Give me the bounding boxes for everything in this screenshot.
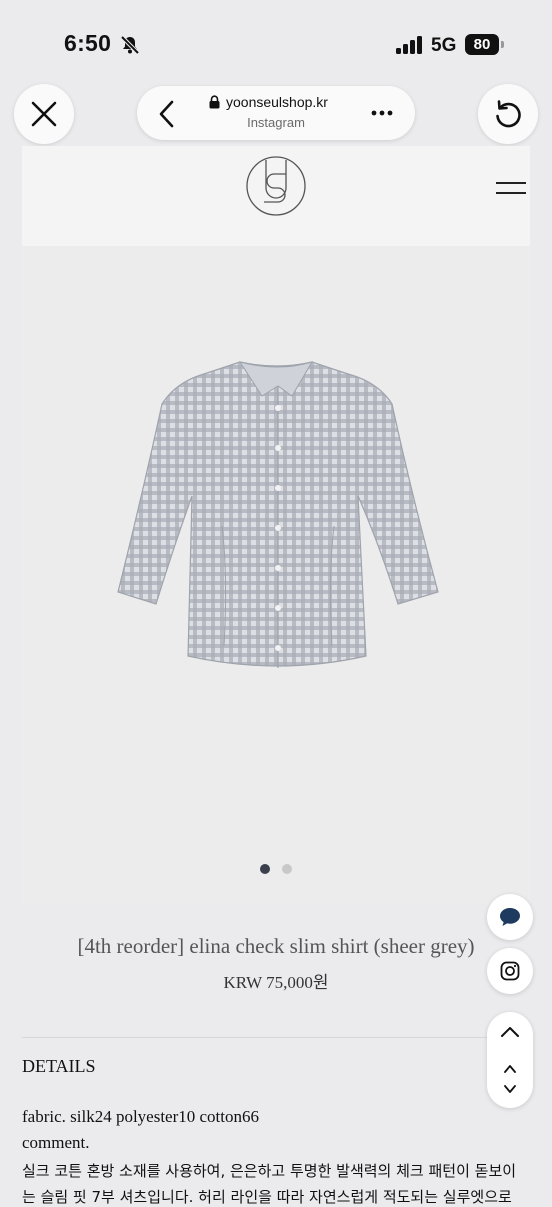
- chevron-up-icon[interactable]: [503, 1064, 517, 1074]
- instagram-icon: [500, 961, 520, 981]
- description-line: 실크 코튼 혼방 소재를 사용하여, 은은하고 투명한 발색력의 체크 패턴이 …: [22, 1162, 517, 1180]
- more-icon[interactable]: [371, 110, 393, 116]
- address-bar[interactable]: yoonseulshop.kr Instagram: [137, 86, 415, 140]
- network-type: 5G: [431, 35, 457, 56]
- status-bar: 6:50 5G 80: [0, 0, 552, 80]
- divider: [22, 1037, 530, 1038]
- product-image[interactable]: [22, 246, 530, 904]
- reload-button[interactable]: [478, 84, 538, 144]
- bell-slash-icon: [120, 35, 140, 55]
- chat-icon: [500, 908, 520, 926]
- instagram-button[interactable]: [487, 948, 533, 994]
- domain-text: yoonseulshop.kr: [226, 94, 328, 110]
- details-heading: DETAILS: [22, 1056, 96, 1076]
- url-domain: yoonseulshop.kr: [209, 94, 328, 110]
- close-button[interactable]: [14, 84, 74, 144]
- source-label: Instagram: [247, 115, 305, 130]
- comment-label: comment.: [22, 1133, 90, 1152]
- lock-icon: [209, 95, 220, 109]
- carousel-indicator[interactable]: [22, 864, 530, 874]
- status-time: 6:50: [64, 30, 112, 56]
- fabric-line: fabric. silk24 polyester10 cotton66: [22, 1107, 260, 1126]
- close-icon: [31, 101, 57, 127]
- web-page: [22, 146, 530, 904]
- description-line: 는 슬림 핏 7부 셔츠입니다. 허리 라인을 따라 자연스럽게 적도되는 실루…: [22, 1188, 512, 1206]
- shirt-photo: [117, 361, 439, 668]
- chevron-down-icon[interactable]: [503, 1084, 517, 1094]
- battery-indicator: 80: [465, 34, 499, 55]
- battery-nub: [501, 41, 504, 48]
- brand-logo[interactable]: [244, 154, 308, 218]
- carousel-dot[interactable]: [260, 864, 270, 874]
- scroll-controls: [487, 1012, 533, 1108]
- reload-icon: [496, 100, 521, 128]
- chat-button[interactable]: [487, 894, 533, 940]
- product-price: KRW 75,000원: [223, 973, 329, 992]
- carousel-dot[interactable]: [282, 864, 292, 874]
- signal-icon: [396, 36, 422, 54]
- hamburger-menu-icon[interactable]: [496, 182, 526, 194]
- product-title: [4th reorder] elina check slim shirt (sh…: [77, 934, 475, 958]
- chevron-up-icon[interactable]: [500, 1026, 520, 1038]
